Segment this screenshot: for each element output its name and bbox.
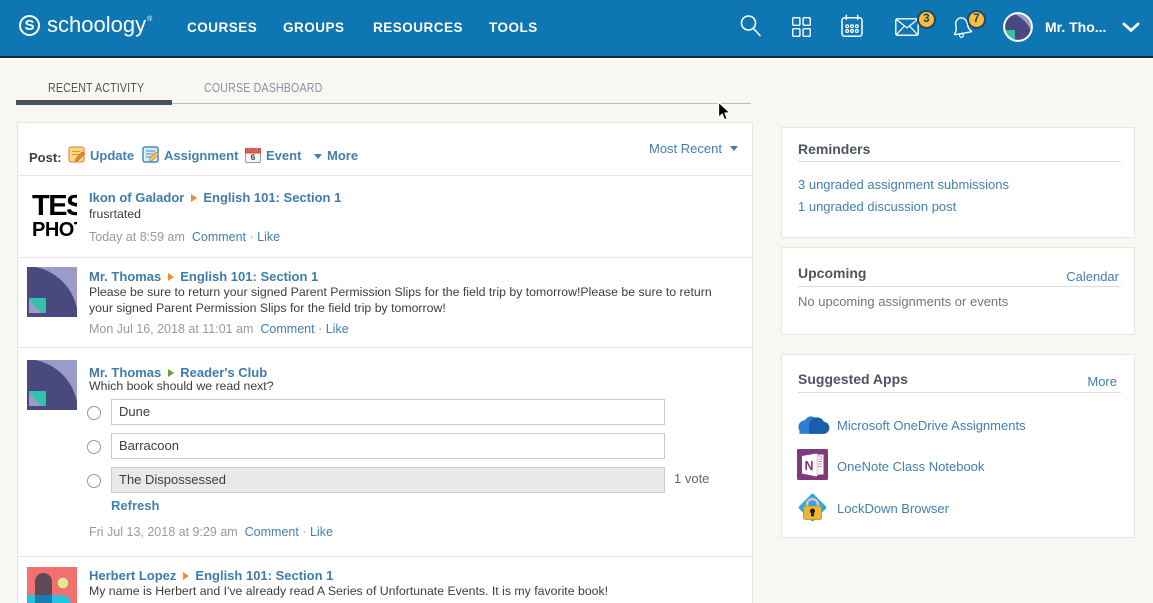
svg-text:6: 6 — [251, 152, 256, 162]
svg-text:N: N — [804, 459, 813, 473]
